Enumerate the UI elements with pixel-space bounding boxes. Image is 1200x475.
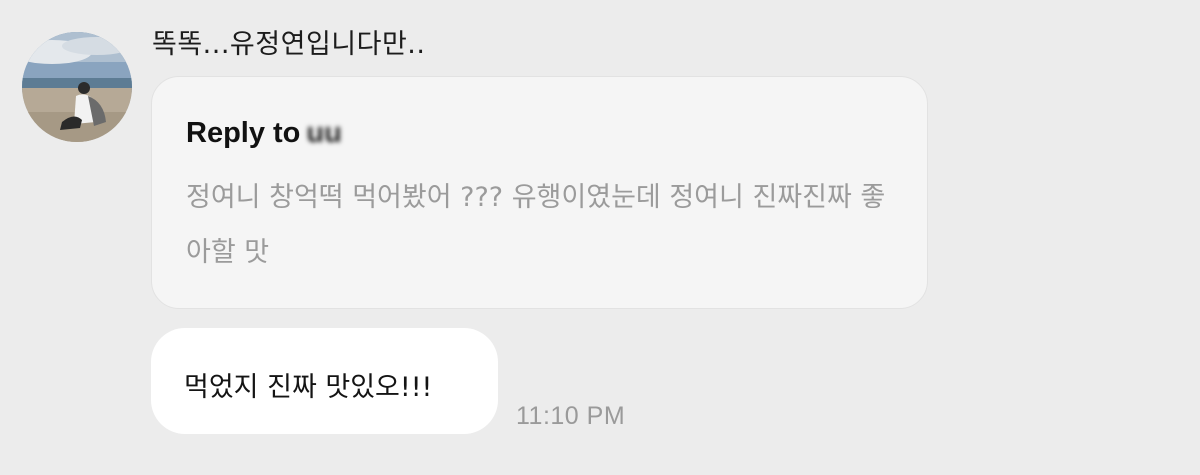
message-text: 먹었지 진짜 맛있오!!!	[184, 372, 433, 403]
reply-prefix: Reply to	[186, 117, 301, 149]
reply-username-redacted: uu	[306, 117, 342, 149]
message-timestamp: 11:10 PM	[516, 402, 626, 430]
avatar[interactable]	[22, 32, 132, 142]
sender-message-text: 똑똑...유정연입니다만..	[152, 29, 426, 60]
message-bubble[interactable]: 먹었지 진짜 맛있오!!!	[151, 328, 498, 434]
avatar-photo-beach	[22, 32, 132, 142]
reply-preview-card[interactable]: Reply to uu 정여니 창억떡 먹어봤어 ??? 유행이였눈데 정여니 진…	[151, 76, 928, 309]
reply-header: Reply to uu	[186, 117, 342, 150]
chat-thread: 똑똑...유정연입니다만.. Reply to uu 정여니 창억떡 먹어봤어 ?…	[0, 0, 1200, 475]
reply-quote-text: 정여니 창억떡 먹어봤어 ??? 유행이였눈데 정여니 진짜진짜 좋아할 맛	[186, 182, 886, 268]
